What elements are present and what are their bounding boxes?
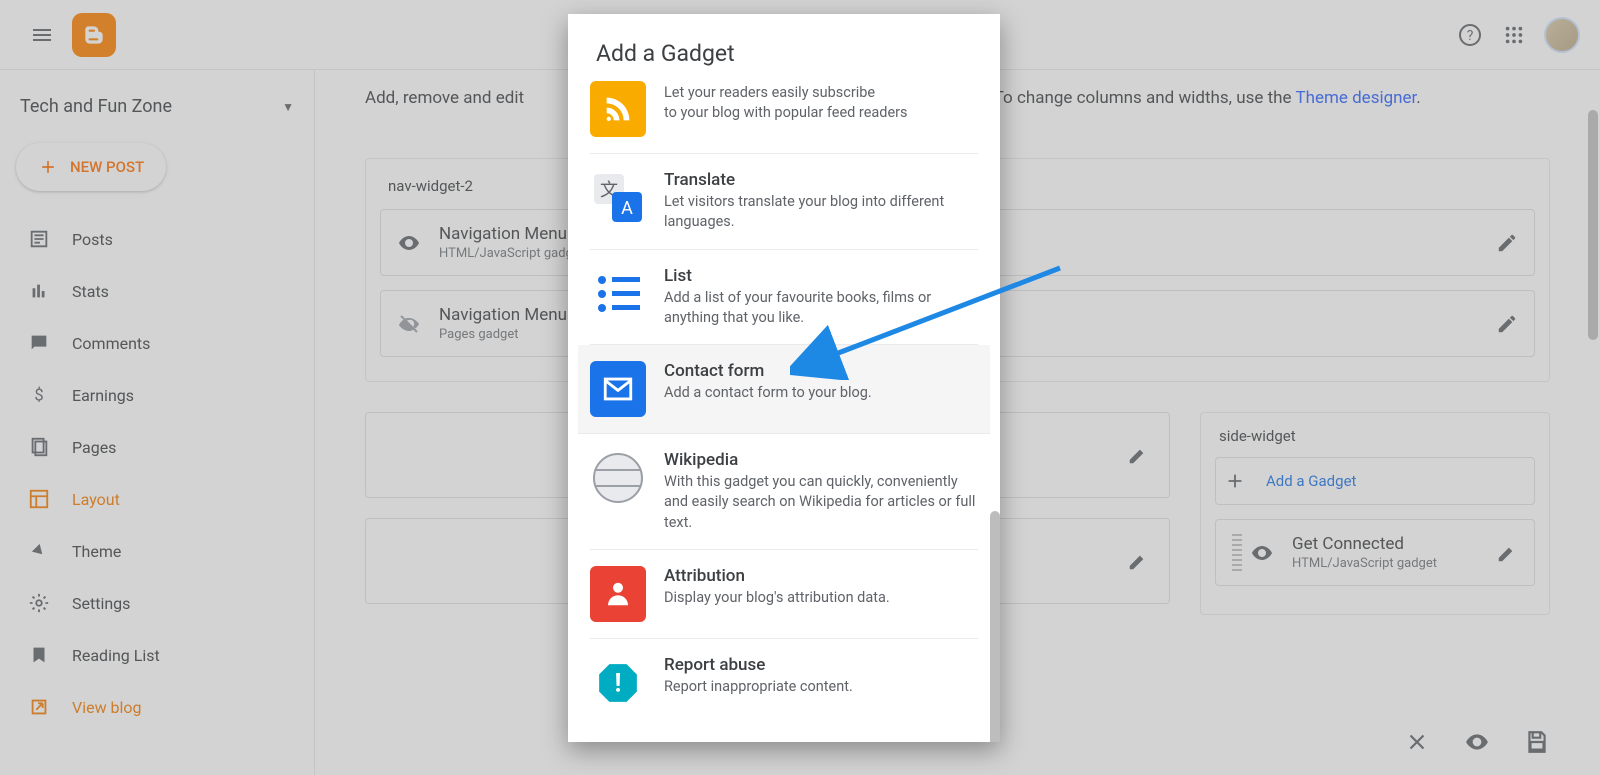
gadget-desc: Display your blog's attribution data. [664, 588, 890, 608]
gadget-option-report-abuse[interactable]: ! Report abuse Report inappropriate cont… [590, 639, 978, 727]
gadget-option-list[interactable]: List Add a list of your favourite books,… [590, 250, 978, 346]
gadget-title: Report abuse [664, 655, 853, 675]
svg-text:A: A [621, 198, 633, 219]
svg-text:!: ! [615, 669, 622, 699]
alert-icon: ! [590, 655, 646, 711]
gadget-desc: Report inappropriate content. [664, 677, 853, 697]
gadget-option-wikipedia[interactable]: Wikipedia With this gadget you can quick… [590, 434, 978, 550]
mail-icon [590, 361, 646, 417]
scrollbar[interactable] [990, 511, 1000, 742]
gadget-title: List [664, 266, 978, 286]
gadget-title: Contact form [664, 361, 872, 381]
gadget-title: Attribution [664, 566, 890, 586]
gadget-option-translate[interactable]: 文A Translate Let visitors translate your… [590, 154, 978, 250]
gadget-desc: With this gadget you can quickly, conven… [664, 472, 978, 533]
gadget-desc: Add a list of your favourite books, film… [664, 288, 978, 329]
gadget-option-contact-form[interactable]: Contact form Add a contact form to your … [578, 345, 990, 434]
wikipedia-icon [590, 450, 646, 506]
gadget-list[interactable]: Let your readers easily subscribeto your… [568, 81, 1000, 742]
feed-icon [590, 81, 646, 137]
gadget-title: Wikipedia [664, 450, 978, 470]
gadget-desc: Let visitors translate your blog into di… [664, 192, 978, 233]
gadget-desc: Add a contact form to your blog. [664, 383, 872, 403]
gadget-option-feed[interactable]: Let your readers easily subscribeto your… [590, 81, 978, 154]
add-gadget-dialog: Add a Gadget Let your readers easily sub… [568, 14, 1000, 742]
person-icon [590, 566, 646, 622]
translate-icon: 文A [590, 170, 646, 226]
gadget-title: Translate [664, 170, 978, 190]
dialog-title: Add a Gadget [568, 14, 1000, 81]
list-icon [590, 266, 646, 322]
gadget-option-attribution[interactable]: Attribution Display your blog's attribut… [590, 550, 978, 639]
gadget-desc: Let your readers easily subscribeto your… [664, 83, 908, 124]
